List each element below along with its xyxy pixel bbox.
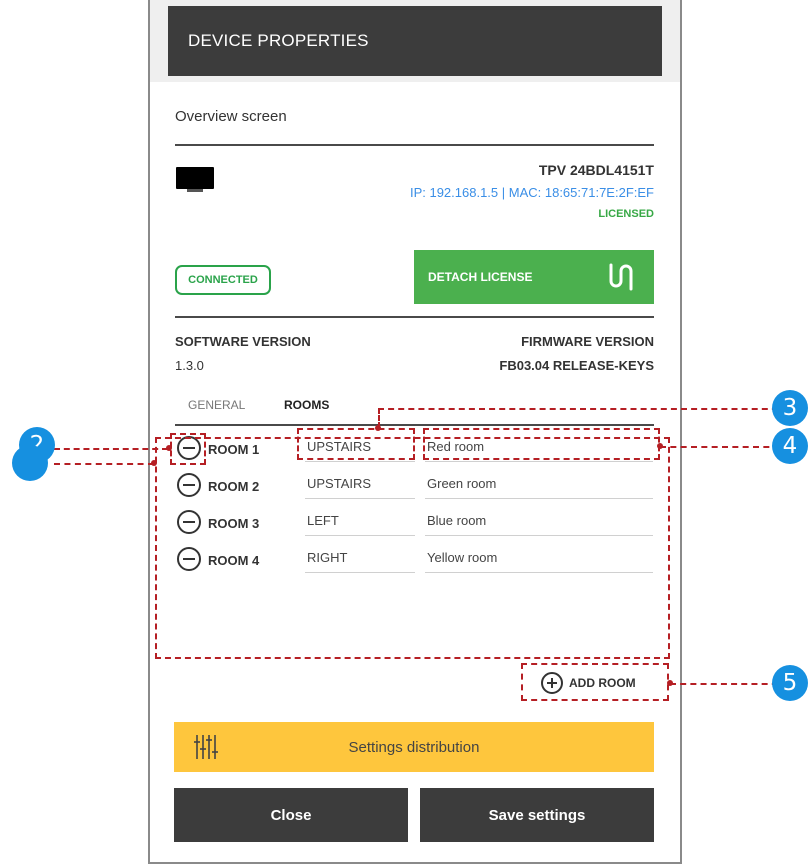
dialog-header: DEVICE PROPERTIES [168, 6, 662, 76]
room-row: ROOM 4 [175, 541, 655, 581]
room-name-input[interactable] [425, 543, 653, 573]
settings-distribution-button[interactable]: Settings distribution [174, 722, 654, 772]
room-row: ROOM 2 [175, 467, 655, 507]
callout-blank-leader [54, 463, 154, 465]
callout-badge: 4 [772, 428, 808, 464]
tab-general[interactable]: GENERAL [188, 398, 245, 412]
room-floor-input[interactable] [305, 469, 415, 499]
room-name-input[interactable] [425, 469, 653, 499]
leader-dot [375, 425, 381, 431]
leader-dot [166, 445, 172, 451]
divider [175, 144, 654, 146]
room-label: ROOM 2 [208, 479, 260, 494]
tabs-underline [175, 424, 654, 426]
settings-distribution-label: Settings distribution [348, 738, 480, 756]
add-room-button[interactable]: ADD ROOM [541, 672, 636, 694]
room-floor-input[interactable] [305, 506, 415, 536]
room-name-input[interactable] [425, 506, 653, 536]
room-row: ROOM 3 [175, 504, 655, 544]
software-version-value: 1.3.0 [175, 358, 204, 373]
monitor-stand [187, 189, 203, 192]
add-room-label: ADD ROOM [569, 676, 636, 690]
remove-room-icon[interactable] [177, 510, 201, 534]
license-status: LICENSED [598, 208, 654, 220]
room-label: ROOM 4 [208, 553, 260, 568]
remove-room-icon[interactable] [177, 436, 201, 460]
tab-rooms[interactable]: ROOMS [284, 398, 329, 412]
device-network: IP: 192.168.1.5 | MAC: 18:65:71:7E:2F:EF [409, 185, 654, 200]
save-settings-button[interactable]: Save settings [420, 788, 654, 842]
usb-icon [609, 263, 633, 291]
connection-status-badge: CONNECTED [175, 265, 271, 295]
room-floor-input[interactable] [305, 543, 415, 573]
callout-5-leader [670, 683, 788, 685]
callout-badge: 3 [772, 390, 808, 426]
close-button-label: Close [270, 806, 312, 824]
close-button[interactable]: Close [174, 788, 408, 842]
leader-dot [667, 680, 673, 686]
room-name-input[interactable] [425, 432, 653, 462]
callout-badge [12, 445, 48, 481]
monitor-icon [176, 167, 214, 189]
leader-dot [151, 460, 157, 466]
connection-status-label: CONNECTED [188, 274, 258, 286]
firmware-version-value: FB03.04 RELEASE-KEYS [499, 358, 654, 373]
add-icon [541, 672, 563, 694]
room-label: ROOM 1 [208, 442, 260, 457]
room-floor-input[interactable] [305, 432, 415, 462]
software-version-label: SOFTWARE VERSION [175, 334, 311, 349]
save-settings-label: Save settings [488, 806, 586, 824]
callout-badge: 5 [772, 665, 808, 701]
device-name: TPV 24BDL4151T [538, 162, 654, 178]
dialog-title: DEVICE PROPERTIES [188, 31, 369, 50]
remove-room-icon[interactable] [177, 547, 201, 571]
remove-room-icon[interactable] [177, 473, 201, 497]
detach-license-label: DETACH LICENSE [428, 270, 533, 284]
leader-dot [657, 443, 663, 449]
equalizer-icon [194, 735, 218, 759]
detach-license-button[interactable]: DETACH LICENSE [414, 250, 654, 304]
room-label: ROOM 3 [208, 516, 260, 531]
firmware-version-label: FIRMWARE VERSION [521, 334, 654, 349]
overview-title: Overview screen [175, 108, 287, 125]
divider [175, 316, 654, 318]
room-row: ROOM 1 [175, 430, 655, 470]
